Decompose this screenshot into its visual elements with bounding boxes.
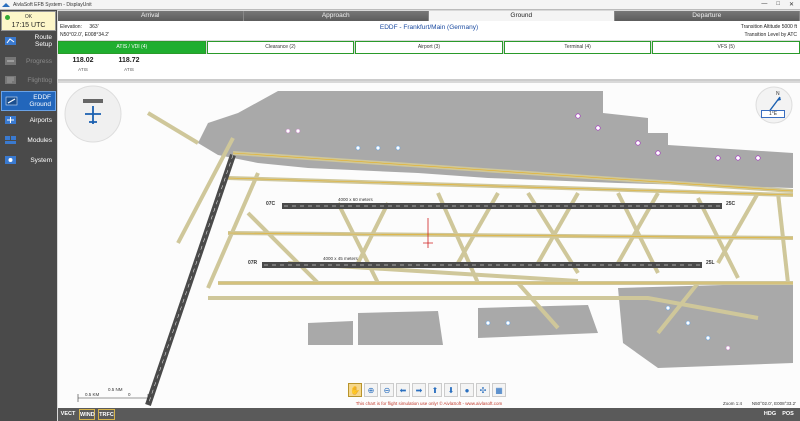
sidebar-item-system[interactable]: System (1, 151, 56, 169)
sidebar-item-label: Flightlog (27, 76, 52, 84)
system-icon (5, 156, 16, 164)
runway-25l-label: 25L (706, 260, 715, 266)
cursor-position: N50°02.0', E008°33.2' (751, 401, 796, 406)
sidebar-item-label: Progress (25, 57, 52, 65)
sidebar-item-label: EDDF Ground (29, 94, 51, 108)
tab-terminal[interactable]: Terminal (4) (503, 41, 652, 54)
route-icon (5, 37, 16, 45)
airport-coords: N50°02.0', E008°34.2' (60, 32, 109, 38)
tab-approach[interactable]: Approach (243, 11, 429, 21)
close-button[interactable]: ✕ (789, 1, 794, 8)
tab-airport[interactable]: Airport (3) (355, 41, 503, 54)
arrow-up-icon[interactable]: ⬆ (428, 383, 442, 397)
window-title-bar: AivlaSoft EFB System - DisplayUnit — □ ✕ (0, 0, 800, 10)
heading-button[interactable]: HDG (762, 409, 778, 420)
svg-text:N: N (776, 91, 780, 97)
transition-altitude: Transition Altitude 5000 ft (740, 24, 797, 30)
tab-vfs[interactable]: VFS (5) (652, 41, 800, 54)
transition-level: Transition Level by ATC (744, 32, 797, 38)
vect-button[interactable]: VECT (60, 409, 76, 420)
runway-25c-label: 25C (726, 201, 736, 207)
chart-disclaimer: This chart is for flight simulation use … (355, 401, 503, 406)
sidebar-item-label: System (30, 156, 52, 164)
tab-departure[interactable]: Departure (614, 11, 800, 21)
airport-diagram: N (64, 85, 794, 406)
arrow-down-icon[interactable]: ⬇ (444, 383, 458, 397)
tab-clearance[interactable]: Clearance (2) (206, 41, 355, 54)
position-button[interactable]: POS (780, 409, 796, 420)
sidebar-item-progress[interactable]: Progress (1, 52, 56, 70)
window-title: AivlaSoft EFB System - DisplayUnit (13, 1, 92, 8)
clock-time: 17:15 UTC (11, 22, 46, 29)
night-mode-icon[interactable]: ● (460, 383, 474, 397)
map-toolbar: ✋ ⊕ ⊖ ⬅ ➡ ⬆ ⬇ ● ✣ ▦ (348, 383, 506, 397)
airport-name: EDDF - Frankfurt/Main (Germany) (379, 24, 479, 31)
scale-km-label: 0.5 KM (85, 392, 100, 397)
settings-icon[interactable]: ▦ (492, 383, 506, 397)
airport-ground-chart[interactable]: N 4000 x 60 meters 4000 x 45 meters 07C … (58, 83, 800, 408)
traffic-button[interactable]: TRFC (98, 409, 115, 420)
scale-zero-label: 0 (128, 392, 131, 397)
modules-icon (5, 136, 16, 144)
frequency-value: 118.72 (118, 57, 140, 64)
center-aircraft-icon[interactable]: ✣ (476, 383, 490, 397)
airport-chart-icon (5, 96, 18, 106)
tab-atis[interactable]: ATIS / VDI (4) (58, 41, 206, 54)
utc-clock: OK 17:15 UTC (1, 11, 56, 31)
sidebar-item-eddf-ground[interactable]: EDDF Ground (1, 91, 56, 111)
flightlog-icon (5, 76, 16, 84)
runways (145, 154, 722, 406)
wind-button[interactable]: WIND (79, 409, 95, 420)
sidebar-item-airports[interactable]: Airports (1, 111, 56, 129)
frequency-name: ATIS (78, 67, 88, 72)
runway-07c-label: 07C (266, 201, 276, 207)
zoom-level: Zoom 1:4 (722, 401, 742, 406)
scale-nm-label: 0.5 NM (108, 387, 123, 392)
sidebar-item-label: Airports (29, 116, 52, 124)
app-logo-icon (2, 2, 10, 7)
airport-info-panel: Elevation: 363' N50°02.0', E008°34.2' ED… (58, 21, 800, 40)
runway-dimension-label: 4000 x 45 meters (323, 256, 358, 261)
sidebar-item-label: Route Setup (34, 34, 52, 48)
arrow-left-icon[interactable]: ⬅ (396, 383, 410, 397)
frequency-item[interactable]: 118.72 ATIS (109, 57, 149, 72)
aircraft-icon (64, 85, 122, 143)
runway-dimension-label: 4000 x 60 meters (338, 197, 373, 202)
top-tab-bar: Arrival Approach Ground Departure (58, 11, 800, 21)
minimize-button[interactable]: — (761, 1, 767, 8)
frequency-list: 118.02 ATIS 118.72 ATIS (58, 54, 800, 81)
frequency-item[interactable]: 118.02 ATIS (63, 57, 103, 72)
clock-status: OK (24, 14, 33, 20)
zoom-in-icon[interactable]: ⊕ (364, 383, 378, 397)
tab-ground[interactable]: Ground (429, 11, 615, 21)
frequency-value: 118.02 (72, 57, 94, 64)
runway-07r-label: 07R (248, 260, 258, 266)
pan-tool-icon[interactable]: ✋ (348, 383, 362, 397)
arrow-right-icon[interactable]: ➡ (412, 383, 426, 397)
airports-icon (5, 116, 16, 124)
sidebar: OK 17:15 UTC Route Setup Progress Flight… (0, 10, 57, 421)
sidebar-item-modules[interactable]: Modules (1, 131, 56, 149)
maximize-button[interactable]: □ (776, 1, 780, 8)
bottom-toolbar: VECT WIND TRFC HDG POS (58, 408, 800, 421)
sidebar-item-flightlog[interactable]: Flightlog (1, 71, 56, 89)
frequency-tabs: ATIS / VDI (4) Clearance (2) Airport (3)… (58, 41, 800, 54)
compass-variation-label: 1°E (761, 110, 785, 118)
tab-arrival[interactable]: Arrival (58, 11, 244, 21)
zoom-out-icon[interactable]: ⊖ (380, 383, 394, 397)
frequency-name: ATIS (124, 67, 134, 72)
sidebar-item-label: Modules (27, 136, 52, 144)
sidebar-item-route-setup[interactable]: Route Setup (1, 32, 56, 50)
progress-icon (5, 57, 16, 65)
